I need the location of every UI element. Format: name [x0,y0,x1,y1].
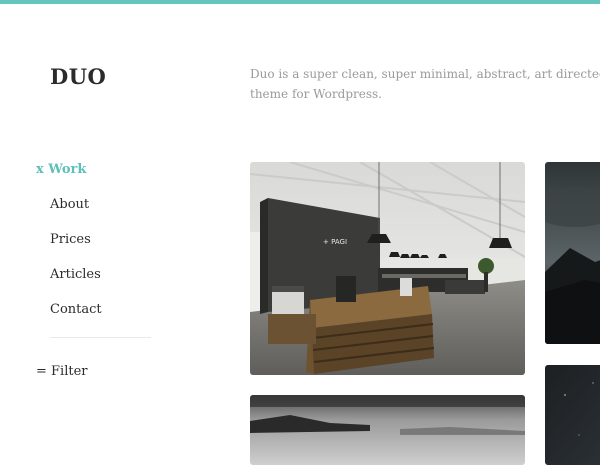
top-accent-bar [0,0,600,4]
mountain-landscape-image [545,162,600,344]
night-sky-image [545,365,600,465]
nav-item-prices[interactable]: Prices [50,232,91,247]
portfolio-tile-night-sky[interactable] [545,365,600,465]
tagline-line-2: theme for Wordpress. [250,87,382,101]
office-interior-image [250,162,525,375]
tagline-line-1: Duo is a super clean, super minimal, abs… [250,67,600,81]
site-logo[interactable]: DUO [50,64,106,89]
nav-item-articles[interactable]: Articles [50,267,101,282]
office-wall-sign: + PAGI [323,238,348,246]
portfolio-tile-mountains[interactable] [545,162,600,344]
portfolio-tile-shoreline[interactable] [250,395,525,465]
nav-item-about[interactable]: About [50,197,89,212]
nav-item-work[interactable]: x Work [36,162,86,177]
nav-divider [50,337,151,338]
nav-item-contact[interactable]: Contact [50,302,102,317]
portfolio-tile-office[interactable]: + PAGI [250,162,525,375]
filter-toggle[interactable]: = Filter [36,364,88,379]
site-tagline: Duo is a super clean, super minimal, abs… [250,64,600,104]
shoreline-image [250,395,525,465]
